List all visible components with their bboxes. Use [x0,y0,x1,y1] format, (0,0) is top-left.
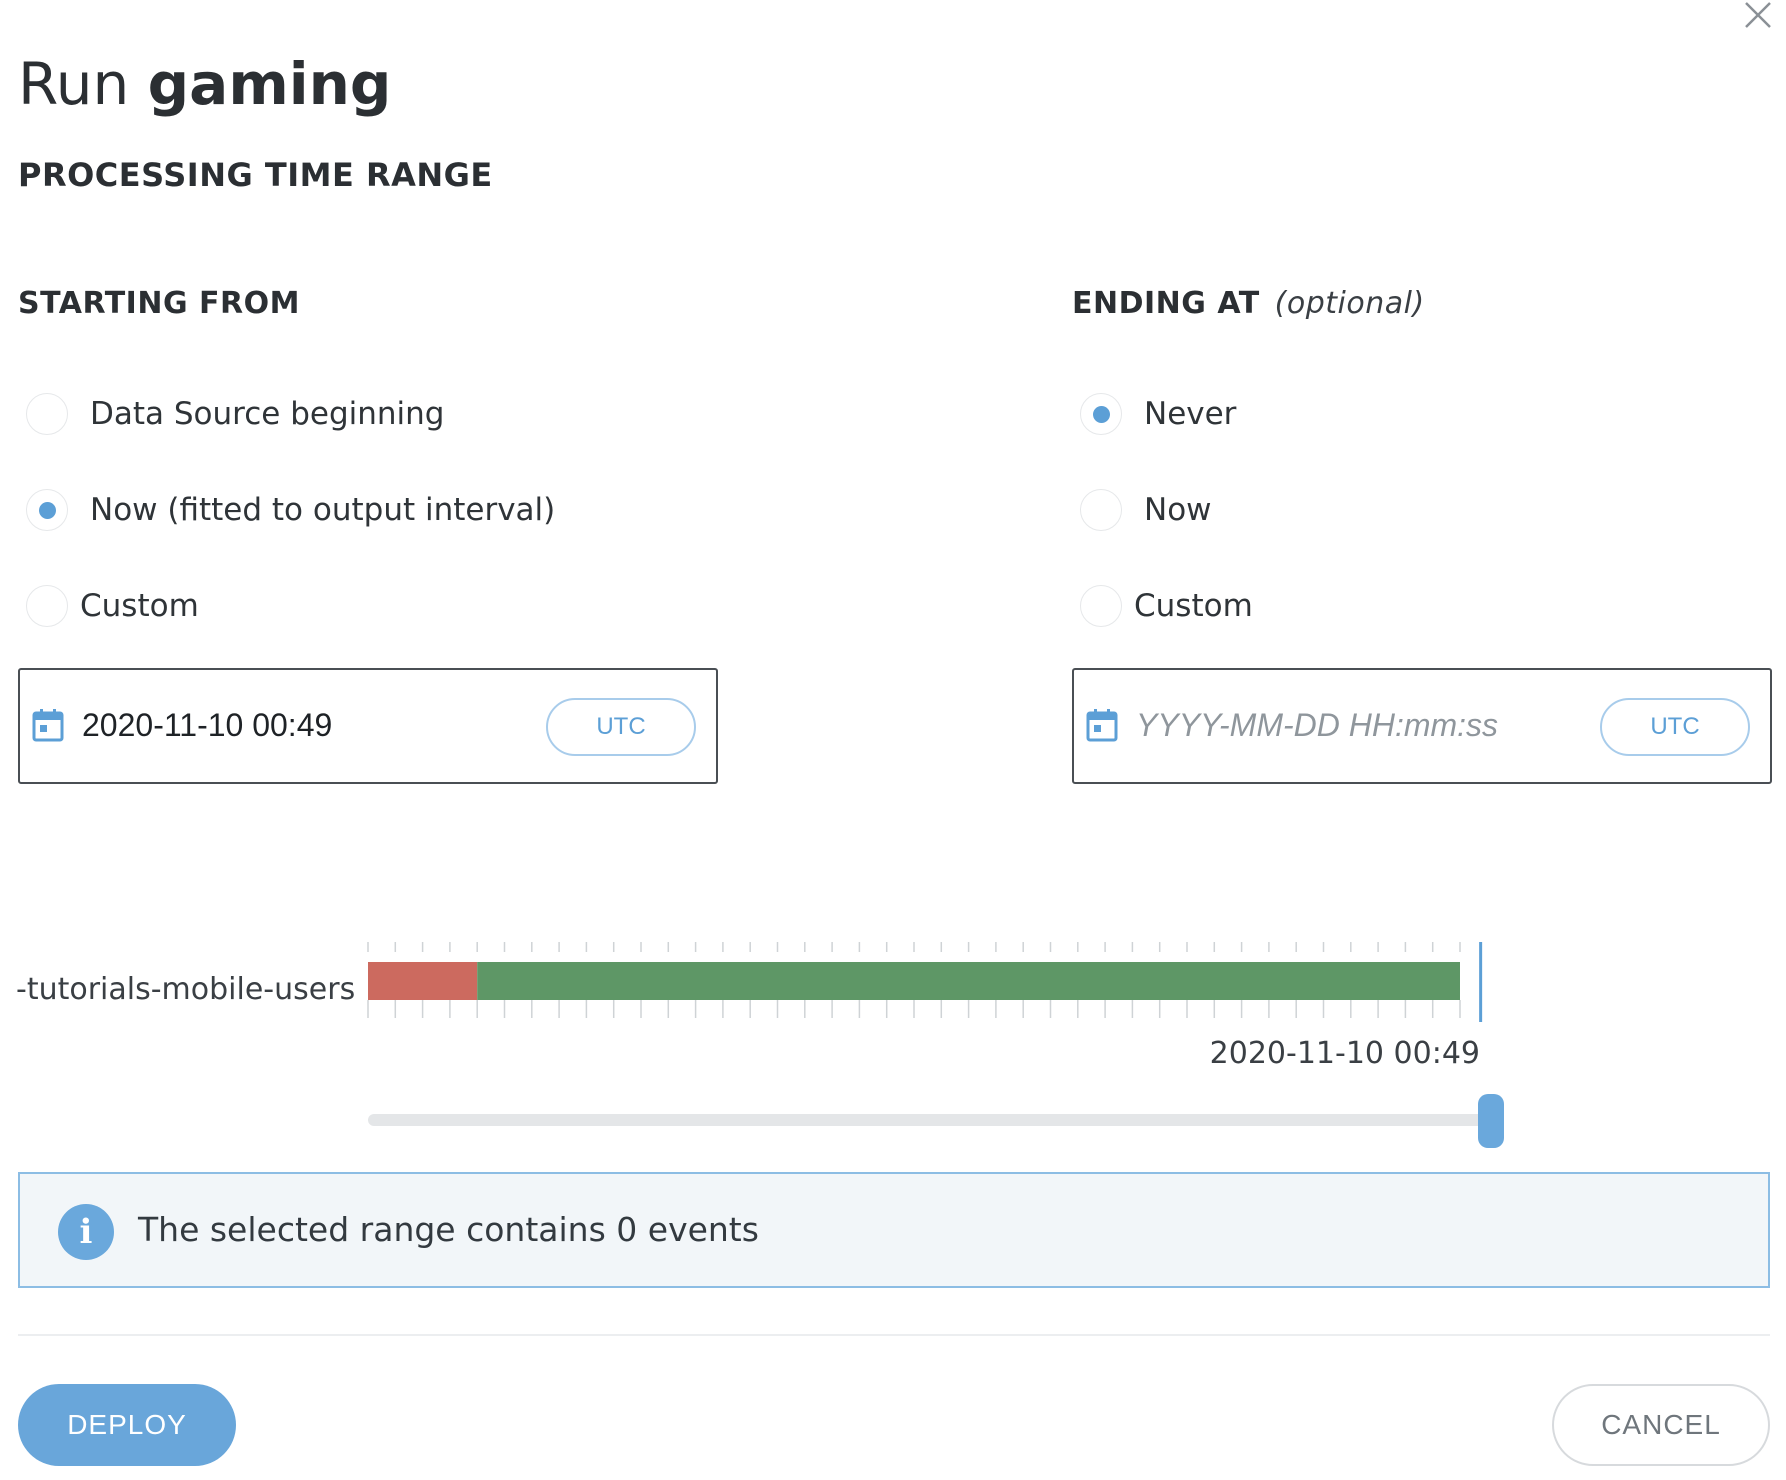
deploy-button[interactable]: DEPLOY [18,1384,236,1466]
info-message: The selected range contains 0 events [138,1210,759,1249]
timeline-segment-available [477,962,1460,1000]
range-slider-track[interactable] [368,1114,1494,1126]
range-slider-handle[interactable] [1477,1094,1504,1148]
timeline-marker-date: 2020-11-10 00:49 [1209,1036,1480,1071]
info-banner: i The selected range contains 0 events [18,1172,1770,1288]
timeline-chart [367,942,1483,1022]
info-icon: i [58,1204,114,1260]
run-dialog: Run gaming PROCESSING TIME RANGE STARTIN… [0,0,1786,1480]
timeline-segment-missing [368,962,478,1000]
cancel-button[interactable]: CANCEL [1552,1384,1770,1466]
footer-divider [18,1334,1770,1336]
